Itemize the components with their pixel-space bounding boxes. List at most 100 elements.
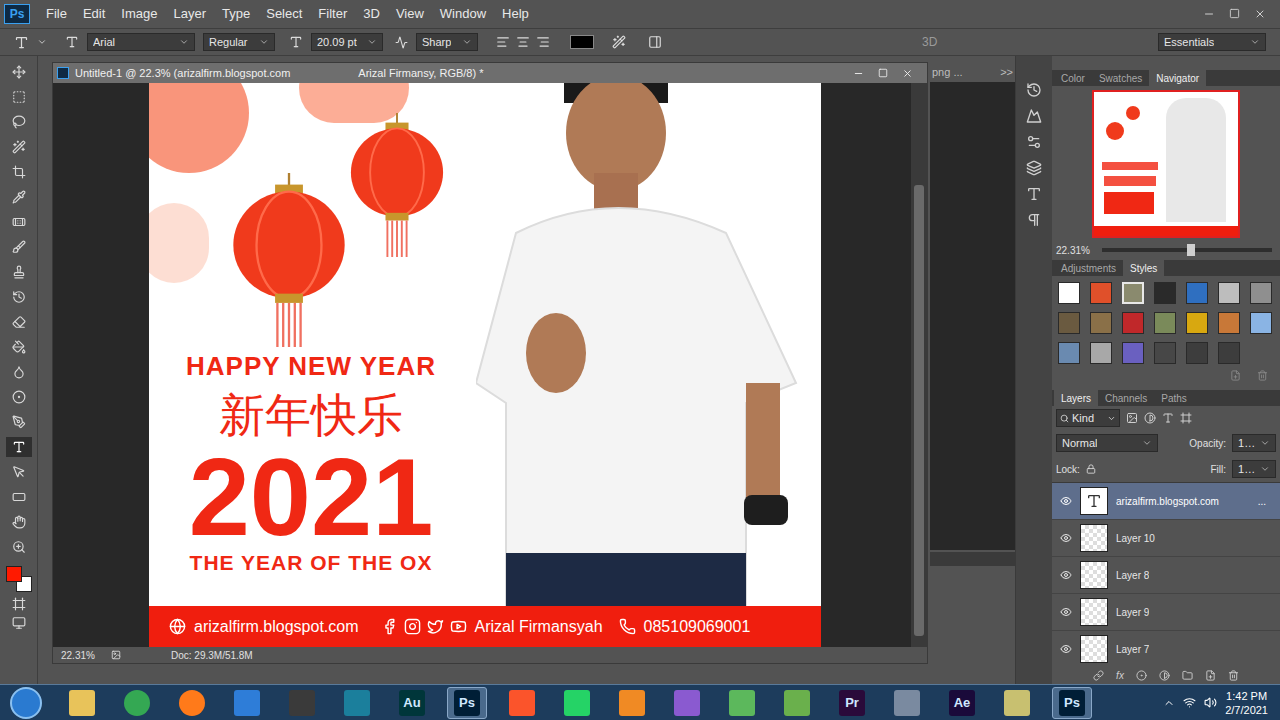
menu-item[interactable]: Layer: [166, 4, 215, 24]
new-layer-icon[interactable]: [1205, 670, 1216, 681]
layer-filter[interactable]: Kind: [1056, 409, 1120, 427]
tool-button[interactable]: [6, 237, 32, 257]
taskbar-item[interactable]: [117, 687, 157, 719]
next-document-tab[interactable]: png ...: [932, 64, 963, 81]
tool-button[interactable]: [6, 262, 32, 282]
panel-tab[interactable]: Layers: [1054, 390, 1098, 406]
warp-text-icon[interactable]: [612, 35, 626, 49]
taskbar-item[interactable]: Ae: [942, 687, 982, 719]
style-swatch[interactable]: [1218, 312, 1240, 334]
menu-item[interactable]: 3D: [355, 4, 388, 24]
histogram-panel-icon[interactable]: [1026, 108, 1042, 124]
panel-tab[interactable]: Channels: [1098, 390, 1154, 406]
screen-mode-icon[interactable]: [12, 616, 26, 630]
font-style-dropdown[interactable]: Regular: [203, 33, 275, 51]
tool-button[interactable]: [6, 362, 32, 382]
taskbar-item[interactable]: [887, 687, 927, 719]
history-panel-icon[interactable]: [1026, 82, 1042, 98]
taskbar-item[interactable]: [227, 687, 267, 719]
align-left-icon[interactable]: [496, 35, 510, 49]
tool-button[interactable]: [6, 162, 32, 182]
layer-row[interactable]: Layer 10: [1052, 520, 1280, 557]
link-icon[interactable]: [1093, 670, 1104, 681]
tray-expand-icon[interactable]: [1163, 697, 1175, 709]
taskbar-item[interactable]: [337, 687, 377, 719]
panel-tab[interactable]: Adjustments: [1054, 260, 1123, 276]
tool-button[interactable]: [6, 512, 32, 532]
tool-button[interactable]: [6, 487, 32, 507]
doc-close-icon[interactable]: [902, 68, 913, 79]
taskbar-item[interactable]: [282, 687, 322, 719]
style-swatch[interactable]: [1154, 282, 1176, 304]
tool-button[interactable]: [6, 437, 32, 457]
clock[interactable]: 1:42 PM2/7/2021: [1225, 689, 1268, 717]
taskbar-item[interactable]: [777, 687, 817, 719]
paragraph-panel-icon[interactable]: [1026, 212, 1042, 228]
tool-button[interactable]: [6, 212, 32, 232]
visibility-icon[interactable]: [1060, 606, 1072, 618]
style-swatch[interactable]: [1090, 312, 1112, 334]
taskbar-item[interactable]: [997, 687, 1037, 719]
navigator-thumbnail[interactable]: [1092, 90, 1240, 238]
menu-item[interactable]: Type: [214, 4, 258, 24]
style-swatch[interactable]: [1090, 342, 1112, 364]
style-swatch[interactable]: [1218, 342, 1240, 364]
visibility-icon[interactable]: [1060, 643, 1072, 655]
tool-button[interactable]: [6, 412, 32, 432]
menu-item[interactable]: Edit: [75, 4, 113, 24]
tool-button[interactable]: [6, 112, 32, 132]
navigator-zoom-slider[interactable]: [1102, 248, 1272, 252]
workspace-dropdown[interactable]: Essentials: [1158, 33, 1266, 51]
style-swatch[interactable]: [1058, 312, 1080, 334]
layer-row[interactable]: arizalfirm.blogspot.com...: [1052, 483, 1280, 520]
style-swatch[interactable]: [1122, 312, 1144, 334]
character-panel-icon[interactable]: [648, 35, 662, 49]
doc-minimize-icon[interactable]: [853, 68, 864, 79]
lock-icon[interactable]: [1086, 464, 1096, 474]
tool-button[interactable]: [6, 387, 32, 407]
delete-layer-icon[interactable]: [1228, 670, 1239, 681]
tool-button[interactable]: [6, 287, 32, 307]
style-swatch[interactable]: [1122, 342, 1144, 364]
style-swatch[interactable]: [1154, 342, 1176, 364]
filter-type-icon[interactable]: [1162, 412, 1174, 424]
maximize-icon[interactable]: [1229, 8, 1240, 19]
taskbar-item[interactable]: Ps: [1052, 687, 1092, 719]
style-swatch[interactable]: [1154, 312, 1176, 334]
filter-shape-icon[interactable]: [1180, 412, 1192, 424]
mode-3d[interactable]: 3D: [922, 33, 937, 51]
quick-mask-icon[interactable]: [12, 597, 26, 611]
style-swatch[interactable]: [1090, 282, 1112, 304]
scroll-thumb[interactable]: [914, 185, 924, 636]
text-color-swatch[interactable]: [570, 35, 594, 49]
font-size-dropdown[interactable]: 20.09 pt: [311, 33, 383, 51]
minimize-icon[interactable]: [1203, 8, 1215, 20]
delete-style-icon[interactable]: [1257, 370, 1268, 381]
layer-row[interactable]: Layer 8: [1052, 557, 1280, 594]
filter-pixel-icon[interactable]: [1126, 412, 1138, 424]
volume-icon[interactable]: [1204, 696, 1217, 709]
type-tool-icon[interactable]: [14, 35, 29, 50]
menu-item[interactable]: Select: [258, 4, 310, 24]
visibility-icon[interactable]: [1060, 569, 1072, 581]
visibility-icon[interactable]: [1060, 495, 1072, 507]
taskbar-item[interactable]: Pr: [832, 687, 872, 719]
tool-button[interactable]: [6, 187, 32, 207]
menu-item[interactable]: Help: [494, 4, 537, 24]
style-swatch[interactable]: [1218, 282, 1240, 304]
taskbar-item[interactable]: [172, 687, 212, 719]
layer-row[interactable]: Layer 9: [1052, 594, 1280, 631]
group-icon[interactable]: [1182, 670, 1193, 681]
panel-tab[interactable]: Paths: [1154, 390, 1194, 406]
character-panel-icon[interactable]: [1026, 186, 1042, 202]
opacity-field[interactable]: 100%: [1232, 434, 1276, 452]
taskbar-item[interactable]: [722, 687, 762, 719]
tool-button[interactable]: [6, 62, 32, 82]
menu-item[interactable]: Filter: [310, 4, 355, 24]
adjustment-icon[interactable]: [1159, 670, 1170, 681]
align-center-icon[interactable]: [516, 35, 530, 49]
start-button[interactable]: [10, 687, 42, 719]
layer-row[interactable]: Layer 7: [1052, 631, 1280, 666]
taskbar-item[interactable]: Au: [392, 687, 432, 719]
style-swatch[interactable]: [1186, 342, 1208, 364]
